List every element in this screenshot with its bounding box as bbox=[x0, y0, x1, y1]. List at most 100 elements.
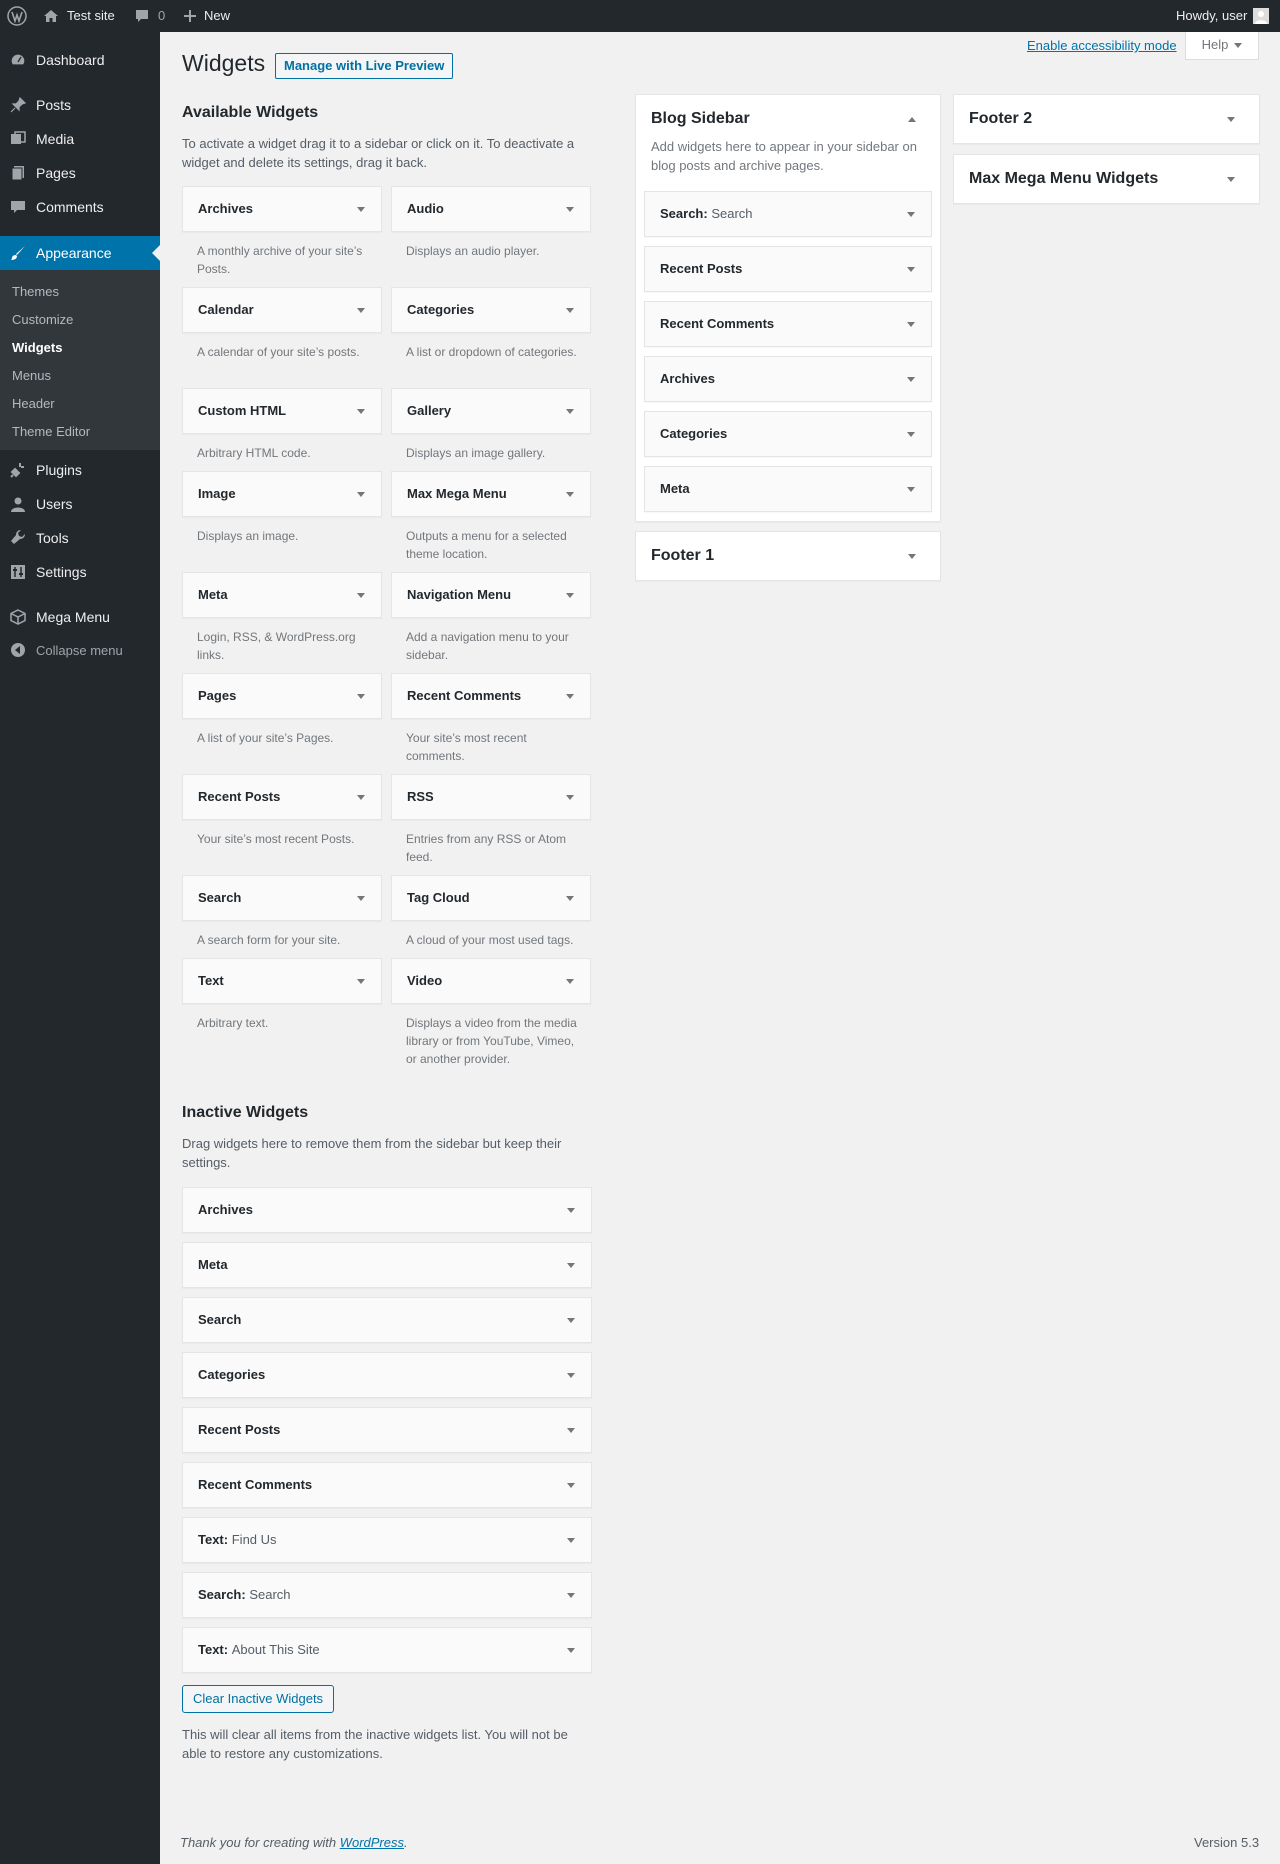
available-widget[interactable]: Max Mega Menu bbox=[391, 471, 591, 517]
available-widget[interactable]: Categories bbox=[391, 287, 591, 333]
available-widget[interactable]: Audio bbox=[391, 186, 591, 232]
available-widget[interactable]: Tag Cloud bbox=[391, 875, 591, 921]
chevron-down-icon[interactable] bbox=[567, 1373, 575, 1378]
chevron-down-icon[interactable] bbox=[357, 896, 365, 901]
chevron-down-icon[interactable] bbox=[566, 308, 574, 313]
submenu-item-header[interactable]: Header bbox=[12, 394, 55, 414]
accessibility-mode-link[interactable]: Enable accessibility mode bbox=[1027, 38, 1177, 53]
submenu-item-customize[interactable]: Customize bbox=[12, 310, 73, 330]
chevron-down-icon[interactable] bbox=[357, 795, 365, 800]
available-widget[interactable]: Calendar bbox=[182, 287, 382, 333]
inactive-widget[interactable]: Categories bbox=[182, 1352, 592, 1398]
account-menu[interactable]: Howdy, user bbox=[1176, 0, 1270, 32]
chevron-down-icon[interactable] bbox=[566, 409, 574, 414]
inactive-widget[interactable]: Recent Posts bbox=[182, 1407, 592, 1453]
chevron-down-icon[interactable] bbox=[567, 1208, 575, 1213]
chevron-down-icon[interactable] bbox=[566, 492, 574, 497]
new-content-link[interactable]: New bbox=[183, 0, 230, 32]
chevron-down-icon[interactable] bbox=[567, 1648, 575, 1653]
inactive-widget[interactable]: Text: About This Site bbox=[182, 1627, 592, 1673]
chevron-down-icon[interactable] bbox=[567, 1263, 575, 1268]
sidebar-widget[interactable]: Archives bbox=[644, 356, 932, 402]
chevron-down-icon[interactable] bbox=[566, 694, 574, 699]
available-widget[interactable]: Archives bbox=[182, 186, 382, 232]
available-widget[interactable]: Custom HTML bbox=[182, 388, 382, 434]
submenu-item-widgets[interactable]: Widgets bbox=[12, 338, 62, 358]
chevron-down-icon[interactable] bbox=[357, 492, 365, 497]
inactive-widget[interactable]: Archives bbox=[182, 1187, 592, 1233]
help-tab-button[interactable]: Help bbox=[1185, 32, 1259, 60]
available-widget[interactable]: Recent Comments bbox=[391, 673, 591, 719]
site-home-link[interactable]: Test site bbox=[43, 0, 115, 32]
submenu-item-themes[interactable]: Themes bbox=[12, 282, 59, 302]
wordpress-logo-icon[interactable] bbox=[7, 0, 27, 32]
inactive-widget[interactable]: Meta bbox=[182, 1242, 592, 1288]
sidebar-widget[interactable]: Recent Comments bbox=[644, 301, 932, 347]
chevron-down-icon[interactable] bbox=[908, 554, 916, 559]
chevron-down-icon[interactable] bbox=[566, 979, 574, 984]
available-widget[interactable]: Text bbox=[182, 958, 382, 1004]
chevron-down-icon[interactable] bbox=[907, 432, 915, 437]
live-preview-button[interactable]: Manage with Live Preview bbox=[275, 53, 454, 79]
available-widget[interactable]: Navigation Menu bbox=[391, 572, 591, 618]
chevron-down-icon[interactable] bbox=[907, 212, 915, 217]
available-widget[interactable]: Image bbox=[182, 471, 382, 517]
chevron-down-icon[interactable] bbox=[566, 593, 574, 598]
menu-item-tools[interactable]: Tools bbox=[0, 521, 160, 555]
wordpress-link[interactable]: WordPress bbox=[340, 1835, 404, 1850]
chevron-down-icon[interactable] bbox=[907, 377, 915, 382]
chevron-down-icon[interactable] bbox=[566, 896, 574, 901]
menu-item-comments[interactable]: Comments bbox=[0, 190, 160, 224]
menu-item-plugins[interactable]: Plugins bbox=[0, 453, 160, 487]
menu-item-appearance[interactable]: Appearance bbox=[0, 236, 160, 270]
inactive-widget[interactable]: Text: Find Us bbox=[182, 1517, 592, 1563]
chevron-down-icon[interactable] bbox=[567, 1428, 575, 1433]
chevron-down-icon[interactable] bbox=[907, 322, 915, 327]
available-widget[interactable]: Pages bbox=[182, 673, 382, 719]
inactive-widget[interactable]: Search: Search bbox=[182, 1572, 592, 1618]
sidebar-widget[interactable]: Search: Search bbox=[644, 191, 932, 237]
chevron-down-icon[interactable] bbox=[357, 207, 365, 212]
menu-item-settings[interactable]: Settings bbox=[0, 555, 160, 589]
chevron-down-icon[interactable] bbox=[357, 979, 365, 984]
available-widget[interactable]: RSS bbox=[391, 774, 591, 820]
chevron-down-icon[interactable] bbox=[567, 1318, 575, 1323]
sidebar-widget[interactable]: Recent Posts bbox=[644, 246, 932, 292]
clear-inactive-widgets-button[interactable]: Clear Inactive Widgets bbox=[182, 1685, 335, 1713]
chevron-down-icon[interactable] bbox=[357, 593, 365, 598]
max-mega-menu-widgets-area[interactable]: Max Mega Menu Widgets bbox=[953, 154, 1260, 204]
footer-2-sidebar-area[interactable]: Footer 2 bbox=[953, 94, 1260, 144]
chevron-down-icon[interactable] bbox=[1227, 117, 1235, 122]
footer-1-sidebar-area[interactable]: Footer 1 bbox=[635, 531, 941, 581]
chevron-down-icon[interactable] bbox=[357, 694, 365, 699]
menu-item-media[interactable]: Media bbox=[0, 122, 160, 156]
chevron-down-icon[interactable] bbox=[566, 207, 574, 212]
available-widget[interactable]: Recent Posts bbox=[182, 774, 382, 820]
menu-item-dashboard[interactable]: Dashboard bbox=[0, 43, 160, 77]
chevron-down-icon[interactable] bbox=[567, 1593, 575, 1598]
chevron-down-icon[interactable] bbox=[567, 1483, 575, 1488]
chevron-down-icon[interactable] bbox=[1227, 177, 1235, 182]
available-widget[interactable]: Meta bbox=[182, 572, 382, 618]
menu-item-users[interactable]: Users bbox=[0, 487, 160, 521]
menu-item-mega-menu[interactable]: Mega Menu bbox=[0, 600, 160, 634]
chevron-down-icon[interactable] bbox=[357, 409, 365, 414]
available-widget[interactable]: Search bbox=[182, 875, 382, 921]
chevron-down-icon[interactable] bbox=[357, 308, 365, 313]
sidebar-widget[interactable]: Meta bbox=[644, 466, 932, 512]
collapse-menu-button[interactable]: Collapse menu bbox=[0, 633, 160, 667]
submenu-item-menus[interactable]: Menus bbox=[12, 366, 51, 386]
chevron-down-icon[interactable] bbox=[907, 487, 915, 492]
chevron-up-icon[interactable] bbox=[908, 117, 916, 122]
menu-item-pages[interactable]: Pages bbox=[0, 156, 160, 190]
inactive-widget[interactable]: Search bbox=[182, 1297, 592, 1343]
available-widget[interactable]: Video bbox=[391, 958, 591, 1004]
chevron-down-icon[interactable] bbox=[566, 795, 574, 800]
sidebar-widget[interactable]: Categories bbox=[644, 411, 932, 457]
chevron-down-icon[interactable] bbox=[567, 1538, 575, 1543]
comments-link[interactable]: 0 bbox=[134, 0, 165, 32]
chevron-down-icon[interactable] bbox=[907, 267, 915, 272]
submenu-item-theme-editor[interactable]: Theme Editor bbox=[12, 422, 90, 442]
menu-item-posts[interactable]: Posts bbox=[0, 88, 160, 122]
inactive-widget[interactable]: Recent Comments bbox=[182, 1462, 592, 1508]
